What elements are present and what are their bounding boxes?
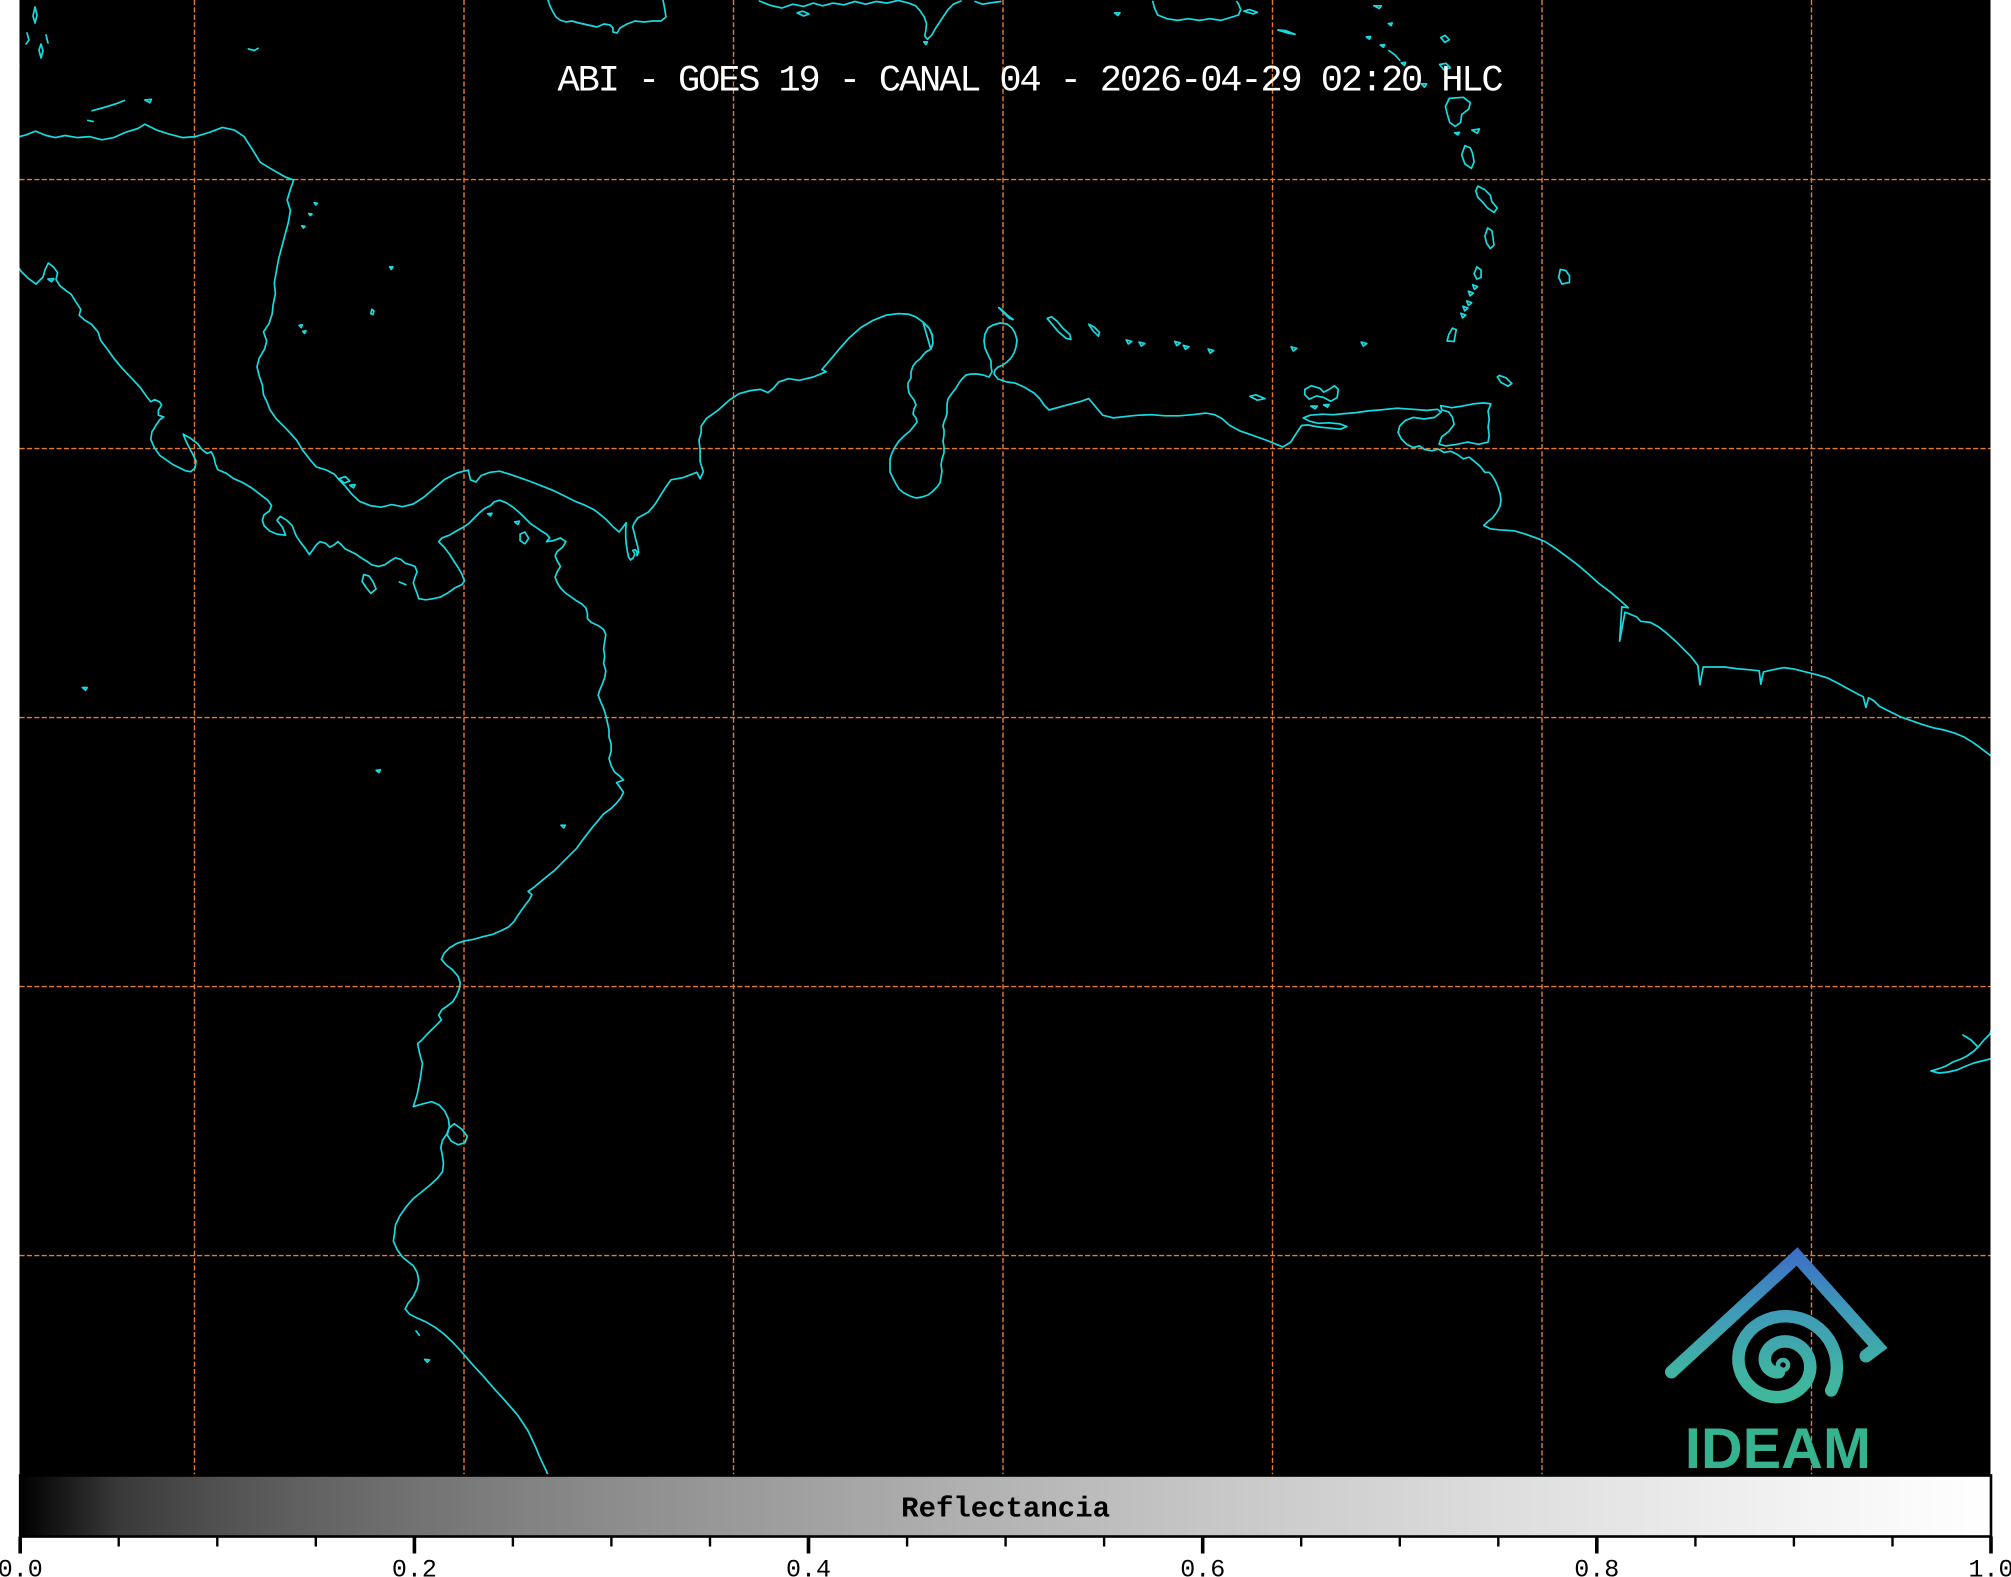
svg-text:0.4: 0.4 — [786, 1556, 831, 1577]
svg-text:0.2: 0.2 — [392, 1556, 437, 1577]
svg-text:ABI - GOES 19 - CANAL 04 - 202: ABI - GOES 19 - CANAL 04 - 2026-04-29 02… — [558, 61, 1503, 103]
svg-text:0.0: 0.0 — [0, 1556, 43, 1577]
svg-text:IDEAM: IDEAM — [1685, 1417, 1871, 1481]
svg-text:0.8: 0.8 — [1574, 1556, 1619, 1577]
svg-text:1.0: 1.0 — [1968, 1556, 2011, 1577]
svg-text:0.6: 0.6 — [1180, 1556, 1225, 1577]
svg-text:Reflectancia: Reflectancia — [901, 1493, 1110, 1526]
